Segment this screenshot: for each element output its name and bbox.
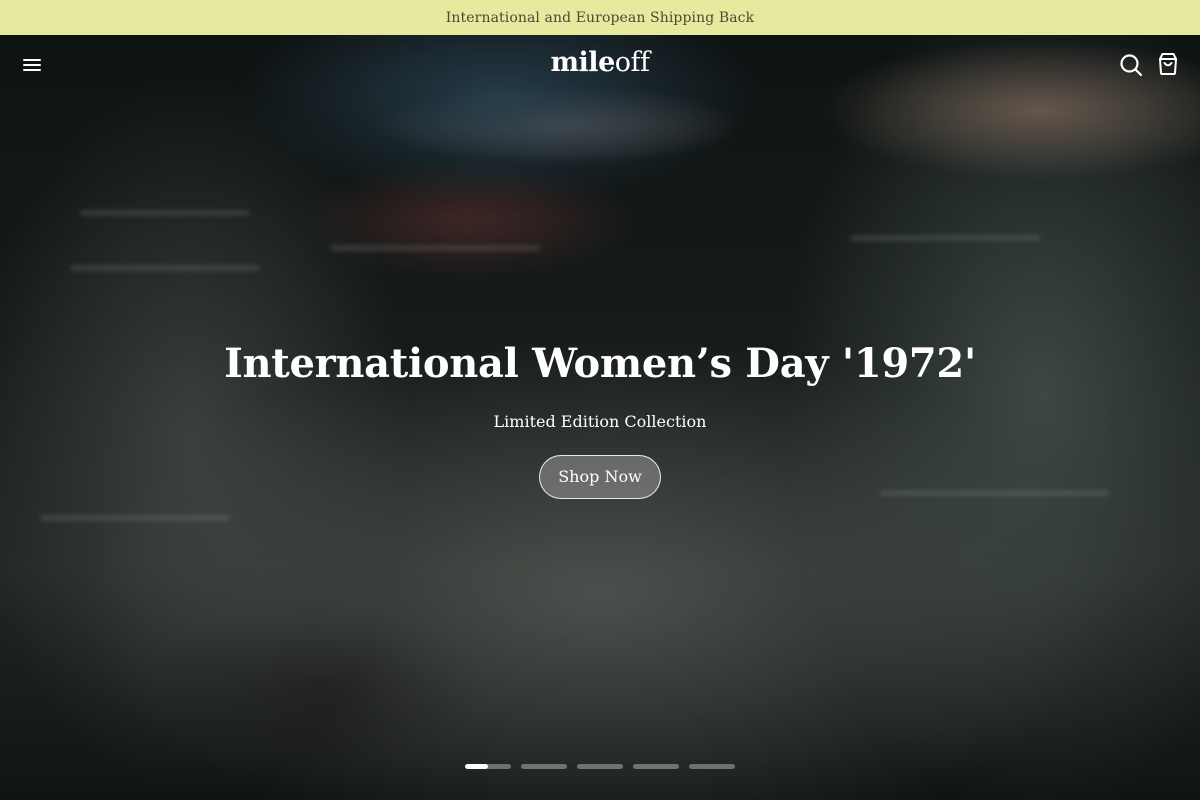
slide-indicator[interactable]	[521, 764, 567, 769]
shop-now-button[interactable]: Shop Now	[539, 455, 661, 499]
slide-indicator[interactable]	[465, 764, 511, 769]
announcement-bar: International and European Shipping Back	[0, 0, 1200, 35]
search-button[interactable]	[1118, 52, 1144, 78]
slide-progress-fill	[465, 764, 488, 769]
hero-subtitle: Limited Edition Collection	[493, 412, 707, 431]
logo-light-text: off	[614, 47, 650, 78]
hero-content: International Women’s Day '1972' Limited…	[0, 340, 1200, 499]
site-header: mileoff	[0, 35, 1200, 95]
hero-title: International Women’s Day '1972'	[224, 340, 976, 387]
logo-bold-text: mile	[550, 47, 615, 78]
search-icon	[1120, 54, 1143, 77]
hamburger-menu-icon	[23, 59, 41, 71]
site-logo[interactable]: mileoff	[0, 47, 1200, 78]
cart-button[interactable]	[1155, 51, 1181, 77]
menu-button[interactable]	[20, 53, 44, 77]
slide-indicator[interactable]	[633, 764, 679, 769]
slider-pagination	[465, 764, 735, 770]
slide-indicator[interactable]	[577, 764, 623, 769]
announcement-text: International and European Shipping Back	[445, 9, 755, 26]
slide-indicator[interactable]	[689, 764, 735, 769]
shopping-bag-icon	[1159, 53, 1177, 75]
